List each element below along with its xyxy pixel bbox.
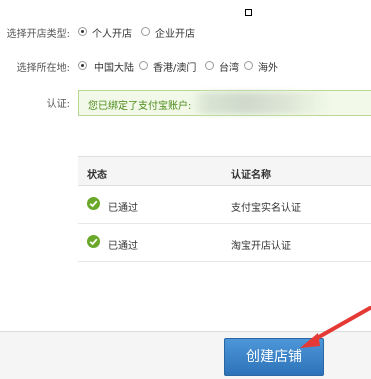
option-taiwan[interactable]: 台湾 bbox=[219, 59, 239, 74]
auth-message: 您已绑定了支付宝账户: bbox=[88, 101, 192, 112]
radio-mainland[interactable] bbox=[78, 61, 87, 70]
red-arrow-icon bbox=[300, 306, 371, 348]
auth-label: 认证: bbox=[46, 99, 70, 110]
radio-overseas[interactable] bbox=[244, 61, 253, 70]
table-row: 已通过 支付宝实名认证 bbox=[78, 186, 371, 224]
redacted-account bbox=[190, 92, 330, 114]
option-personal-shop[interactable]: 个人开店 bbox=[92, 25, 132, 40]
location-label: 选择所在地: bbox=[16, 63, 70, 74]
radio-personal-shop[interactable] bbox=[78, 27, 87, 36]
row-cert-name: 淘宝开店认证 bbox=[231, 241, 291, 252]
option-overseas[interactable]: 海外 bbox=[258, 59, 278, 74]
row-status: 已通过 bbox=[108, 241, 138, 252]
row-status: 已通过 bbox=[108, 203, 138, 214]
table-row: 已通过 淘宝开店认证 bbox=[78, 224, 371, 262]
check-circle-icon bbox=[87, 197, 100, 210]
option-hk-macau[interactable]: 香港/澳门 bbox=[153, 59, 196, 74]
radio-taiwan[interactable] bbox=[205, 61, 214, 70]
row-cert-name: 支付宝实名认证 bbox=[231, 203, 301, 214]
header-cert-name: 认证名称 bbox=[231, 170, 271, 181]
option-mainland[interactable]: 中国大陆 bbox=[94, 59, 134, 74]
shop-type-label: 选择开店类型: bbox=[6, 29, 70, 40]
cursor-marker bbox=[245, 9, 252, 16]
table-header: 状态 认证名称 bbox=[78, 156, 371, 186]
option-enterprise-shop[interactable]: 企业开店 bbox=[155, 25, 195, 40]
check-circle-icon bbox=[87, 235, 100, 248]
radio-enterprise-shop[interactable] bbox=[141, 27, 150, 36]
header-status: 状态 bbox=[87, 170, 107, 181]
radio-hk-macau[interactable] bbox=[139, 61, 148, 70]
